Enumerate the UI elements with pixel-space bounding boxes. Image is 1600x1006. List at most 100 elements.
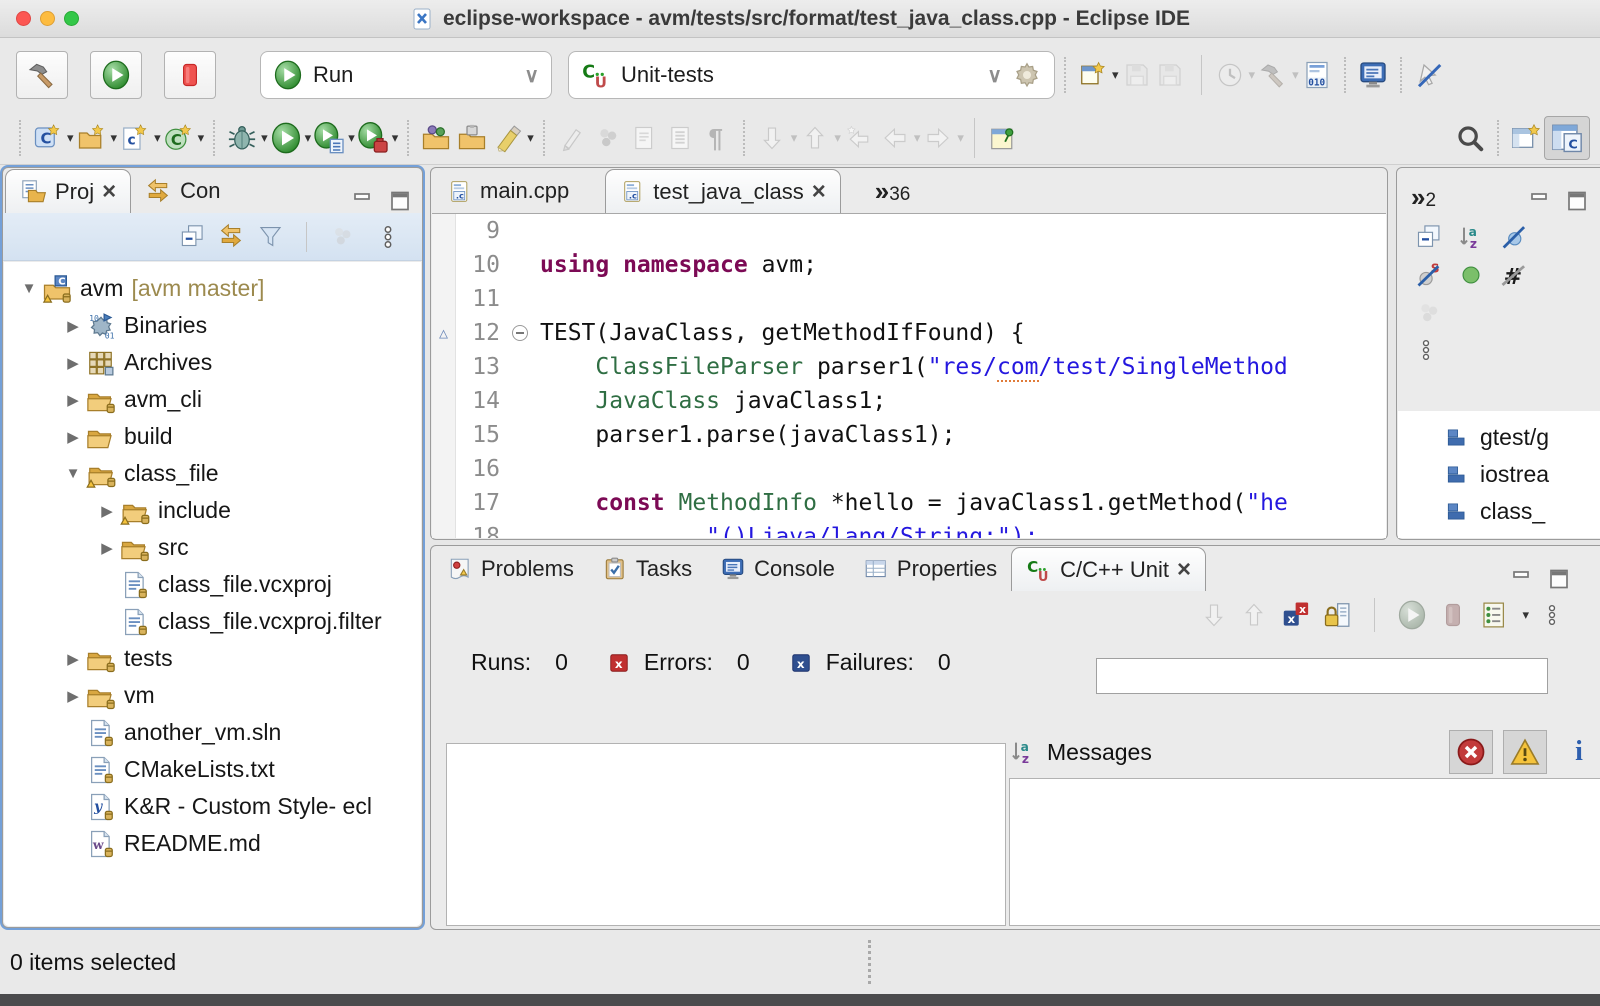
minimize-icon[interactable]: [350, 189, 374, 213]
tree-item-binaries[interactable]: ▶Binaries: [4, 307, 421, 344]
open-type-button[interactable]: [418, 118, 454, 158]
sort-icon[interactable]: [1457, 223, 1485, 251]
outline-item-include[interactable]: class: [1444, 530, 1600, 538]
view-menu-icon[interactable]: [1415, 337, 1437, 363]
fold-collapse-icon[interactable]: [512, 325, 528, 341]
debug-button[interactable]: [224, 118, 260, 158]
show-failures-only-icon[interactable]: [1280, 600, 1310, 630]
build-all-button[interactable]: [1255, 55, 1291, 95]
save-all-button[interactable]: [1155, 55, 1191, 95]
coverage-button[interactable]: [355, 118, 391, 158]
filter-icon[interactable]: [257, 223, 284, 250]
tab-console[interactable]: Console: [706, 547, 849, 591]
show-outline-button[interactable]: [662, 118, 698, 158]
test-run-history-icon[interactable]: [1479, 600, 1509, 630]
refresh-file-button[interactable]: [626, 118, 662, 158]
code-editor[interactable]: 9 10using namespace avm; 11 △12TEST(Java…: [432, 213, 1386, 538]
view-options-icon[interactable]: [329, 223, 356, 250]
dropdown-arrow-icon[interactable]: ▾: [392, 130, 399, 146]
maximize-icon[interactable]: [1547, 567, 1571, 591]
console-button[interactable]: [1355, 55, 1391, 95]
forward-button[interactable]: [920, 118, 956, 158]
previous-annotation-button[interactable]: [797, 118, 833, 158]
collapse-all-icon[interactable]: [1415, 223, 1443, 251]
close-icon[interactable]: ×: [1177, 558, 1191, 582]
dropdown-arrow-icon[interactable]: ▾: [957, 130, 964, 146]
open-resource-button[interactable]: [454, 118, 490, 158]
zoom-window-button[interactable]: [64, 11, 79, 26]
expand-arrow-icon[interactable]: ▶: [60, 391, 86, 409]
expand-arrow-icon[interactable]: ▶: [60, 687, 86, 705]
show-whitespace-button[interactable]: ¶: [698, 118, 734, 158]
previous-failed-test-icon[interactable]: [1240, 601, 1268, 629]
hide-static-members-icon[interactable]: [1415, 261, 1443, 289]
tab-connections[interactable]: Con: [131, 169, 234, 213]
filter-info-button[interactable]: i: [1557, 730, 1600, 774]
run-history-button[interactable]: [311, 118, 347, 158]
last-edit-location-button[interactable]: [841, 118, 877, 158]
tree-item-readme[interactable]: README.md: [4, 825, 421, 862]
collapse-all-icon[interactable]: [179, 223, 206, 250]
dropdown-arrow-icon[interactable]: ▾: [791, 130, 798, 146]
tab-problems[interactable]: Problems: [433, 547, 588, 591]
hide-inactive-icon[interactable]: [1499, 261, 1527, 289]
editor-tab-overflow[interactable]: »36: [875, 176, 911, 213]
stop-test-icon[interactable]: [1439, 601, 1467, 629]
next-annotation-button[interactable]: [754, 118, 790, 158]
tab-project-explorer[interactable]: Proj ×: [5, 169, 131, 213]
toggle-mark-occurrences-button[interactable]: [490, 118, 526, 158]
cpp-perspective-button[interactable]: [1544, 116, 1590, 160]
run-button[interactable]: [90, 51, 142, 99]
tree-item-include[interactable]: ▶include: [4, 492, 421, 529]
expand-arrow-icon[interactable]: ▶: [60, 650, 86, 668]
dropdown-arrow-icon[interactable]: ▾: [1522, 607, 1529, 623]
dropdown-arrow-icon[interactable]: ▾: [834, 130, 841, 146]
tree-item-avm-cli[interactable]: ▶avm_cli: [4, 381, 421, 418]
open-perspective-button[interactable]: [1508, 118, 1544, 158]
next-failed-test-icon[interactable]: [1200, 601, 1228, 629]
test-tree-pane[interactable]: [446, 743, 1006, 926]
rerun-test-icon[interactable]: [1397, 600, 1427, 630]
dropdown-arrow-icon[interactable]: ▾: [1292, 67, 1299, 83]
expand-arrow-icon[interactable]: ▶: [94, 539, 120, 557]
filter-errors-button[interactable]: [1449, 730, 1493, 774]
tree-item-vcxproj-filter[interactable]: class_file.vcxproj.filter: [4, 603, 421, 640]
expand-arrow-icon[interactable]: ▶: [60, 428, 86, 446]
minimize-icon[interactable]: [1509, 567, 1533, 591]
tree-item-kr-style[interactable]: K&R - Custom Style- ecl: [4, 788, 421, 825]
statusbar-drag-handle[interactable]: [868, 940, 871, 984]
expand-arrow-icon[interactable]: ▼: [16, 280, 42, 297]
search-button[interactable]: [1452, 118, 1488, 158]
new-c-file-button[interactable]: [117, 118, 153, 158]
dropdown-arrow-icon[interactable]: ▾: [198, 130, 205, 146]
close-icon[interactable]: ×: [812, 180, 826, 204]
expand-arrow-icon[interactable]: ▼: [60, 465, 86, 482]
dropdown-arrow-icon[interactable]: ▾: [1249, 67, 1256, 83]
run-config-combo[interactable]: Run ∨: [260, 51, 552, 99]
maximize-icon[interactable]: [388, 189, 412, 213]
hide-non-public-icon[interactable]: [1457, 261, 1485, 289]
tree-item-vcxproj[interactable]: class_file.vcxproj: [4, 566, 421, 603]
debug-history-button[interactable]: [1212, 55, 1248, 95]
filter-warnings-button[interactable]: [1503, 730, 1547, 774]
tab-test-java-class[interactable]: test_java_class ×: [605, 169, 840, 213]
new-c-project-button[interactable]: [30, 118, 66, 158]
view-menu-icon[interactable]: [376, 224, 400, 250]
dropdown-arrow-icon[interactable]: ▾: [914, 130, 921, 146]
tab-properties[interactable]: Properties: [849, 547, 1011, 591]
link-with-editor-icon[interactable]: [218, 223, 245, 250]
back-button[interactable]: [877, 118, 913, 158]
run-last-button[interactable]: [268, 118, 304, 158]
tree-item-tests[interactable]: ▶tests: [4, 640, 421, 677]
tree-item-another-vm[interactable]: another_vm.sln: [4, 714, 421, 751]
outline-item-include[interactable]: gtest/g: [1444, 419, 1600, 456]
binary-editor-button[interactable]: [1299, 55, 1335, 95]
launch-config-combo[interactable]: Unit-tests ∨: [568, 51, 1055, 99]
close-icon[interactable]: ×: [102, 180, 116, 204]
view-menu-icon[interactable]: [1541, 602, 1563, 628]
minimize-icon[interactable]: [1527, 189, 1551, 213]
outline-tab-overflow[interactable]: »2: [1405, 174, 1436, 213]
close-window-button[interactable]: [16, 11, 31, 26]
minimize-window-button[interactable]: [40, 11, 55, 26]
save-button[interactable]: [1119, 55, 1155, 95]
